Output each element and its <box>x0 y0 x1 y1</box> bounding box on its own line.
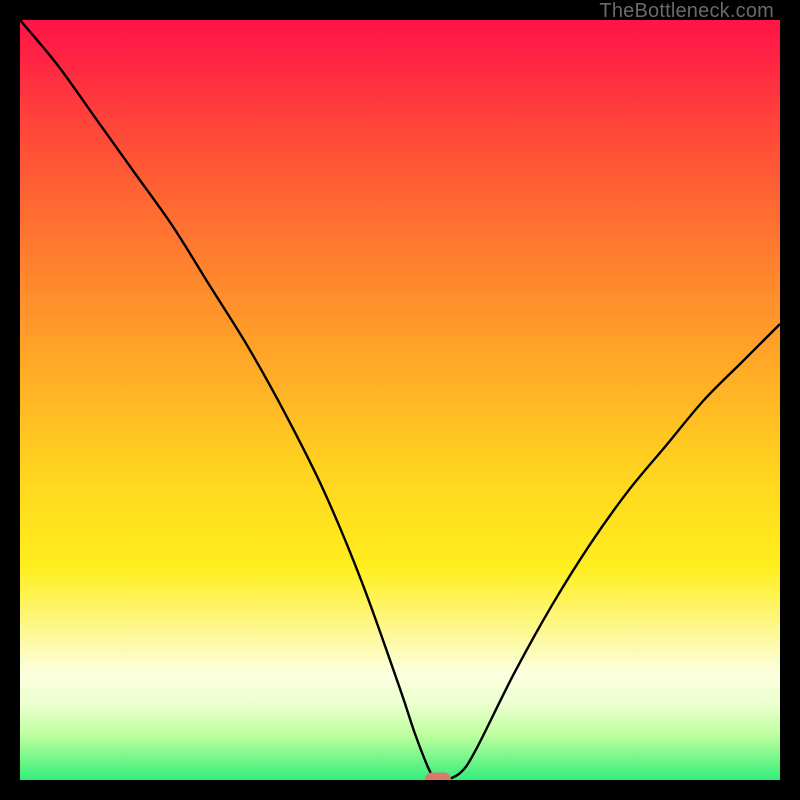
plot-area <box>20 20 780 780</box>
curve-path <box>20 20 780 780</box>
bottleneck-curve <box>20 20 780 780</box>
chart-frame: TheBottleneck.com <box>0 0 800 800</box>
optimum-marker <box>425 773 451 781</box>
